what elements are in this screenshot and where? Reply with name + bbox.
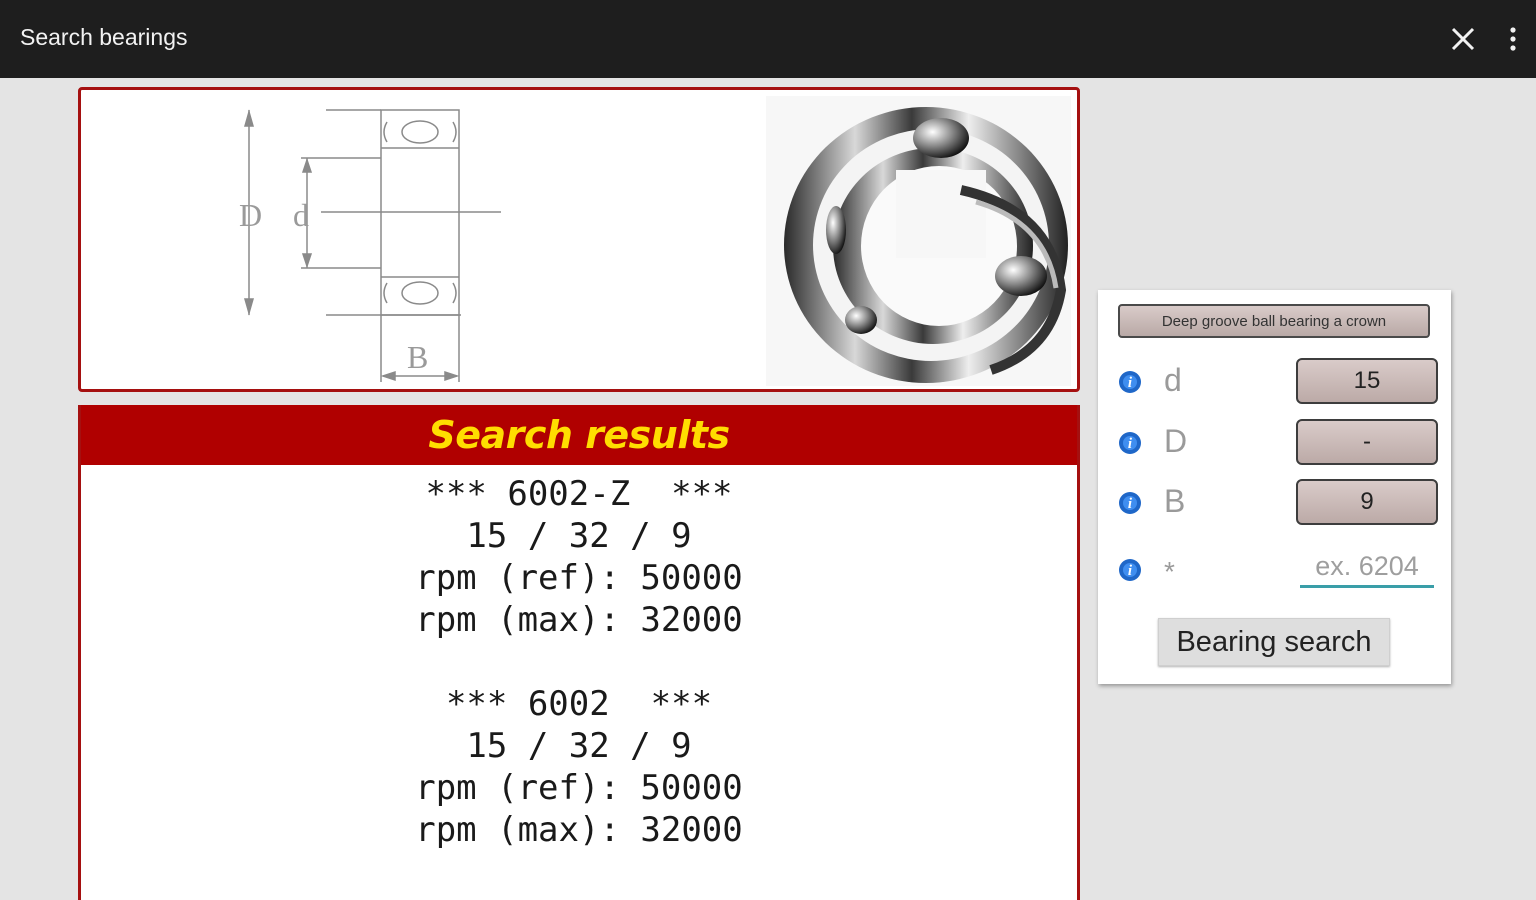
result-rpm-ref: rpm (ref): 50000 bbox=[415, 558, 743, 598]
bearing-type-button[interactable]: Deep groove ball bearing a crown bbox=[1118, 304, 1430, 338]
search-row: i * bbox=[1098, 546, 1451, 594]
result-rpm-ref: rpm (ref): 50000 bbox=[415, 768, 743, 808]
param-value-b-button[interactable]: 9 bbox=[1296, 479, 1438, 525]
app-bar: Search bearings bbox=[0, 0, 1536, 78]
diagram-label-width: B bbox=[407, 339, 428, 375]
results-list: *** 6002-Z *** 15 / 32 / 9 rpm (ref): 50… bbox=[81, 465, 1077, 851]
result-dimensions: 15 / 32 / 9 bbox=[466, 726, 692, 766]
param-label-outer-d: D bbox=[1164, 423, 1188, 459]
bearing-code-input[interactable] bbox=[1300, 548, 1434, 588]
cross-section-drawing bbox=[244, 109, 501, 382]
bearing-diagram-card: D d B bbox=[78, 87, 1080, 392]
bearing-diagram: D d B bbox=[239, 96, 1071, 386]
result-item[interactable]: *** 6002-Z *** 15 / 32 / 9 rpm (ref): 50… bbox=[81, 473, 1077, 641]
overflow-menu-button[interactable] bbox=[1498, 20, 1528, 58]
info-icon[interactable]: i bbox=[1118, 431, 1142, 455]
search-label: * bbox=[1164, 556, 1175, 587]
result-rpm-max: rpm (max): 32000 bbox=[415, 600, 743, 640]
info-icon[interactable]: i bbox=[1118, 491, 1142, 515]
diagram-label-outer-diameter: D bbox=[239, 197, 262, 233]
param-value-d-button[interactable]: 15 bbox=[1296, 358, 1438, 404]
results-header: Search results bbox=[81, 405, 1077, 465]
result-dimensions: 15 / 32 / 9 bbox=[466, 516, 692, 556]
close-button[interactable] bbox=[1444, 20, 1482, 58]
param-label-b: B bbox=[1164, 483, 1186, 519]
param-row-d: i d 15 bbox=[1098, 358, 1451, 406]
search-results-panel: Search results *** 6002-Z *** 15 / 32 / … bbox=[78, 405, 1080, 900]
result-rpm-max: rpm (max): 32000 bbox=[415, 810, 743, 850]
bearing-search-button[interactable]: Bearing search bbox=[1158, 618, 1390, 666]
result-item[interactable]: *** 6002 *** 15 / 32 / 9 rpm (ref): 5000… bbox=[81, 683, 1077, 851]
close-icon bbox=[1451, 27, 1475, 51]
search-form-card: Deep groove ball bearing a crown i d 15 … bbox=[1098, 290, 1451, 684]
bearing-photo bbox=[784, 107, 1068, 383]
results-title: Search results bbox=[428, 413, 730, 457]
param-row-outer-d: i D - bbox=[1098, 419, 1451, 467]
info-icon[interactable]: i bbox=[1118, 558, 1142, 582]
param-label-d: d bbox=[1164, 362, 1182, 398]
result-bearing-name: *** 6002 *** bbox=[445, 684, 713, 724]
param-row-b: i B 9 bbox=[1098, 479, 1451, 527]
result-bearing-name: *** 6002-Z *** bbox=[425, 474, 733, 514]
param-value-outer-d-button[interactable]: - bbox=[1296, 419, 1438, 465]
info-icon[interactable]: i bbox=[1118, 370, 1142, 394]
app-title: Search bearings bbox=[20, 24, 188, 50]
diagram-label-inner-diameter: d bbox=[293, 197, 309, 233]
overflow-menu-icon bbox=[1510, 27, 1516, 51]
